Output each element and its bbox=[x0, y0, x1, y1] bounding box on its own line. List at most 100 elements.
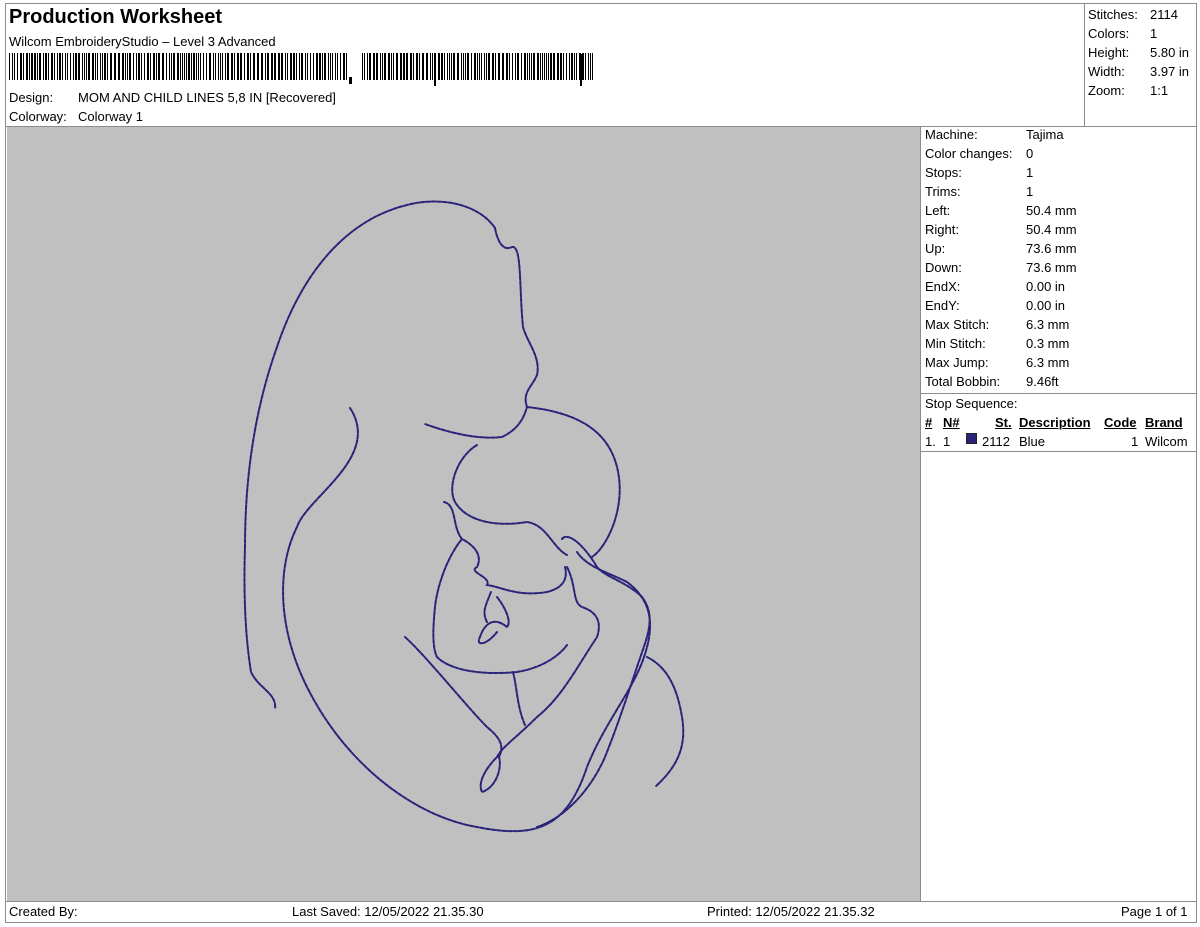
barcode-bar bbox=[527, 53, 528, 80]
barcode-bar bbox=[393, 53, 394, 80]
barcode-bar bbox=[65, 53, 66, 80]
barcode-bar bbox=[426, 53, 428, 80]
barcode-bar bbox=[444, 53, 445, 80]
col-header-code: Code bbox=[1104, 415, 1137, 430]
barcode-bar bbox=[400, 53, 402, 80]
col-header-needle: N# bbox=[943, 415, 960, 430]
software-subtitle: Wilcom EmbroideryStudio – Level 3 Advanc… bbox=[9, 34, 276, 49]
barcode-bar bbox=[322, 53, 323, 80]
width-label: Width: bbox=[1088, 64, 1125, 79]
barcode-bar bbox=[107, 53, 108, 80]
barcode-bar bbox=[188, 53, 190, 80]
barcode-bar bbox=[517, 53, 519, 80]
barcode-bar bbox=[332, 53, 333, 80]
machine-info-value: 0.00 in bbox=[1026, 298, 1066, 313]
stop-sequence-divider bbox=[920, 393, 1197, 394]
barcode-bar bbox=[169, 53, 170, 80]
barcode-bar bbox=[136, 53, 137, 80]
barcode-bar bbox=[403, 53, 405, 80]
summary-divider bbox=[1084, 3, 1085, 126]
barcode-bar bbox=[281, 53, 283, 80]
barcode-bar bbox=[432, 53, 433, 80]
barcode-bar bbox=[461, 53, 462, 80]
barcode-bar bbox=[144, 53, 145, 80]
barcode-bar bbox=[388, 53, 390, 80]
barcode-bar bbox=[225, 53, 226, 80]
barcode-bar bbox=[313, 53, 314, 80]
design-label: Design: bbox=[9, 90, 54, 105]
barcode-bar bbox=[337, 53, 338, 80]
design-name: MOM AND CHILD LINES 5,8 IN [Recovered] bbox=[78, 90, 336, 105]
barcode-bar bbox=[153, 53, 155, 80]
colorway-name: Colorway 1 bbox=[78, 109, 144, 124]
barcode-bar bbox=[305, 53, 306, 80]
barcode-bar bbox=[86, 53, 87, 80]
barcode-bar bbox=[95, 53, 96, 80]
zoom-value: 1:1 bbox=[1150, 83, 1169, 98]
barcode-bar bbox=[506, 53, 508, 80]
barcode-bar bbox=[209, 53, 211, 80]
barcode-bar bbox=[184, 53, 185, 80]
barcode-bar bbox=[104, 53, 106, 80]
barcode-bar bbox=[296, 53, 297, 80]
barcode-bar bbox=[335, 53, 336, 80]
barcode-bar bbox=[447, 53, 448, 80]
thread-color-swatch bbox=[966, 433, 977, 444]
stop-table-end-divider bbox=[920, 451, 1197, 452]
barcode-bar bbox=[222, 53, 223, 80]
barcode-bar bbox=[26, 53, 28, 80]
barcode-bar bbox=[45, 53, 47, 80]
barcode-bar bbox=[369, 53, 371, 80]
stop-row-num: 1. bbox=[925, 434, 936, 449]
barcode-bar bbox=[576, 53, 577, 80]
barcode-bar bbox=[267, 53, 269, 80]
barcode-bar bbox=[509, 53, 510, 80]
stop-row-stitches: 2112 bbox=[982, 434, 1010, 449]
barcode-bar bbox=[346, 53, 347, 80]
barcode-bar bbox=[54, 53, 55, 80]
barcode-bar bbox=[560, 53, 562, 80]
barcode-bar bbox=[571, 53, 573, 80]
barcode-bar bbox=[410, 53, 412, 80]
barcode-bar bbox=[430, 53, 431, 80]
last-saved: Last Saved: 12/05/2022 21.35.30 bbox=[292, 904, 484, 919]
barcode-bar bbox=[82, 53, 83, 80]
barcode-bar bbox=[12, 53, 13, 80]
barcode-bar bbox=[48, 53, 49, 80]
barcode-bar bbox=[495, 53, 496, 80]
barcode-bar bbox=[141, 53, 142, 80]
machine-info-label: Min Stitch: bbox=[925, 336, 986, 351]
barcode-bar bbox=[118, 53, 120, 80]
barcode-bar bbox=[529, 53, 530, 80]
barcode-bar bbox=[200, 53, 201, 80]
barcode-bar bbox=[73, 53, 74, 80]
barcode-bar bbox=[544, 53, 545, 80]
machine-info-label: Stops: bbox=[925, 165, 962, 180]
barcode-bar bbox=[301, 53, 303, 80]
barcode-bar bbox=[481, 53, 482, 80]
barcode-bar bbox=[340, 53, 341, 80]
barcode-bar bbox=[492, 53, 494, 80]
barcode-bar bbox=[43, 53, 44, 80]
machine-info-label: Left: bbox=[925, 203, 951, 218]
barcode-bar bbox=[391, 53, 392, 80]
machine-info-label: Right: bbox=[925, 222, 959, 237]
barcode-bar bbox=[102, 53, 103, 80]
barcode-bar bbox=[373, 53, 375, 80]
barcode-bar bbox=[147, 53, 149, 80]
barcode-bar bbox=[78, 53, 80, 80]
machine-info-label: Color changes: bbox=[925, 146, 1013, 161]
page-number: Page 1 of 1 bbox=[1121, 904, 1188, 919]
barcode-bar bbox=[550, 53, 552, 80]
barcode-bar bbox=[406, 53, 408, 80]
barcode-bar bbox=[299, 53, 300, 80]
barcode-bar bbox=[191, 53, 192, 80]
barcode-bar bbox=[265, 53, 266, 80]
machine-info-value: 73.6 mm bbox=[1026, 260, 1077, 275]
stop-sequence-title: Stop Sequence: bbox=[925, 396, 1018, 411]
barcode-bar bbox=[173, 53, 175, 80]
barcode-bar bbox=[380, 53, 381, 80]
barcode-bar bbox=[122, 53, 124, 80]
barcode-bar bbox=[186, 53, 187, 80]
barcode-bar bbox=[75, 53, 77, 80]
